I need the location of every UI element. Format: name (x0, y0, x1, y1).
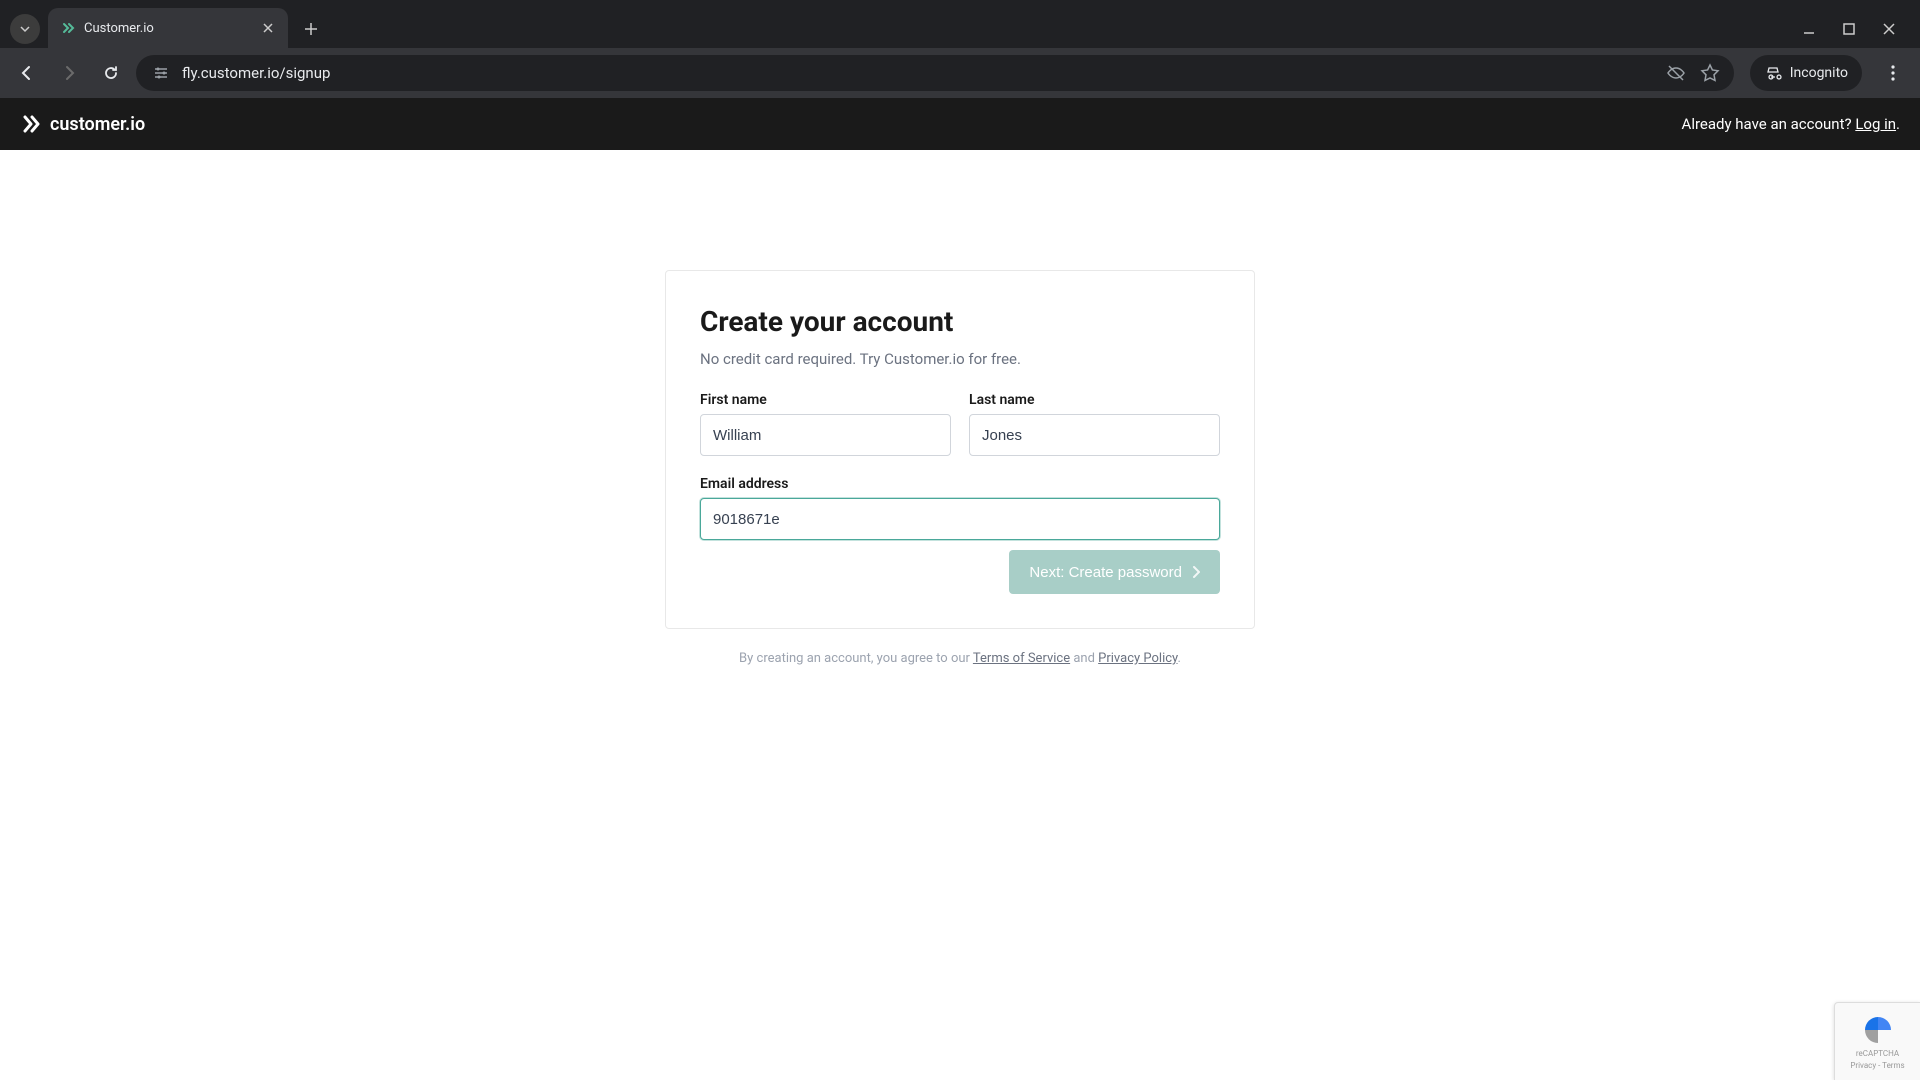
window-close-button[interactable] (1880, 20, 1898, 38)
window-minimize-button[interactable] (1800, 20, 1818, 38)
bookmark-button[interactable] (1700, 63, 1720, 83)
chevron-down-icon (19, 23, 31, 35)
window-controls (1800, 20, 1910, 38)
terms-link[interactable]: Terms of Service (973, 651, 1070, 666)
legal-and: and (1070, 651, 1098, 666)
url-text: fly.customer.io/signup (182, 64, 1656, 82)
legal-prefix: By creating an account, you agree to our (739, 651, 973, 666)
browser-menu-button[interactable] (1876, 56, 1910, 90)
tab-search-button[interactable] (10, 14, 40, 44)
brand-logo[interactable]: customer.io (20, 113, 145, 135)
first-name-field: First name (700, 392, 951, 456)
recaptcha-terms: Privacy - Terms (1850, 1062, 1904, 1071)
favicon-icon (60, 20, 76, 36)
first-name-label: First name (700, 392, 951, 408)
main-content: Create your account No credit card requi… (0, 150, 1920, 1080)
first-name-input[interactable] (700, 414, 951, 456)
email-field: Email address (700, 476, 1220, 540)
kebab-icon (1891, 65, 1895, 81)
close-icon (263, 23, 273, 33)
eye-off-icon[interactable] (1666, 63, 1686, 83)
legal-suffix: . (1178, 651, 1181, 666)
header-login-prompt: Already have an account? Log in. (1682, 115, 1900, 133)
last-name-label: Last name (969, 392, 1220, 408)
last-name-input[interactable] (969, 414, 1220, 456)
login-prompt-text: Already have an account? (1682, 115, 1856, 133)
page-subtitle: No credit card required. Try Customer.io… (700, 350, 1220, 368)
app-header: customer.io Already have an account? Log… (0, 98, 1920, 150)
browser-tab-active[interactable]: Customer.io (48, 8, 288, 48)
recaptcha-icon (1861, 1013, 1895, 1047)
plus-icon (304, 22, 318, 36)
brand-name: customer.io (50, 114, 145, 135)
forward-button[interactable] (52, 56, 86, 90)
close-icon (1883, 23, 1895, 35)
recaptcha-label: reCAPTCHA (1856, 1050, 1899, 1059)
arrow-right-icon (60, 64, 78, 82)
page-title: Create your account (700, 305, 1220, 338)
window-maximize-button[interactable] (1840, 20, 1858, 38)
tab-close-button[interactable] (260, 20, 276, 36)
tab-title: Customer.io (84, 21, 252, 36)
tune-icon (153, 65, 169, 81)
page-viewport: customer.io Already have an account? Log… (0, 98, 1920, 1080)
legal-text: By creating an account, you agree to our… (739, 651, 1181, 666)
next-button-label: Next: Create password (1029, 564, 1182, 581)
logo-icon (20, 113, 42, 135)
last-name-field: Last name (969, 392, 1220, 456)
arrow-left-icon (18, 64, 36, 82)
incognito-label: Incognito (1790, 65, 1848, 81)
back-button[interactable] (10, 56, 44, 90)
email-label: Email address (700, 476, 1220, 492)
address-bar[interactable]: fly.customer.io/signup (136, 55, 1734, 91)
minimize-icon (1802, 22, 1816, 36)
star-icon (1700, 63, 1720, 83)
login-link[interactable]: Log in (1855, 115, 1896, 133)
recaptcha-badge[interactable]: reCAPTCHA Privacy - Terms (1834, 1002, 1920, 1080)
browser-tab-strip: Customer.io (0, 0, 1920, 48)
incognito-badge[interactable]: Incognito (1750, 55, 1862, 91)
email-input[interactable] (700, 498, 1220, 540)
browser-toolbar: fly.customer.io/signup Incognito (0, 48, 1920, 98)
incognito-icon (1764, 64, 1782, 82)
privacy-link[interactable]: Privacy Policy (1098, 651, 1177, 666)
site-info-button[interactable] (150, 62, 172, 84)
chevron-right-icon (1192, 566, 1200, 578)
signup-card: Create your account No credit card requi… (665, 270, 1255, 629)
reload-button[interactable] (94, 56, 128, 90)
new-tab-button[interactable] (296, 14, 326, 44)
maximize-icon (1843, 23, 1855, 35)
next-create-password-button[interactable]: Next: Create password (1009, 550, 1220, 594)
reload-icon (102, 64, 120, 82)
